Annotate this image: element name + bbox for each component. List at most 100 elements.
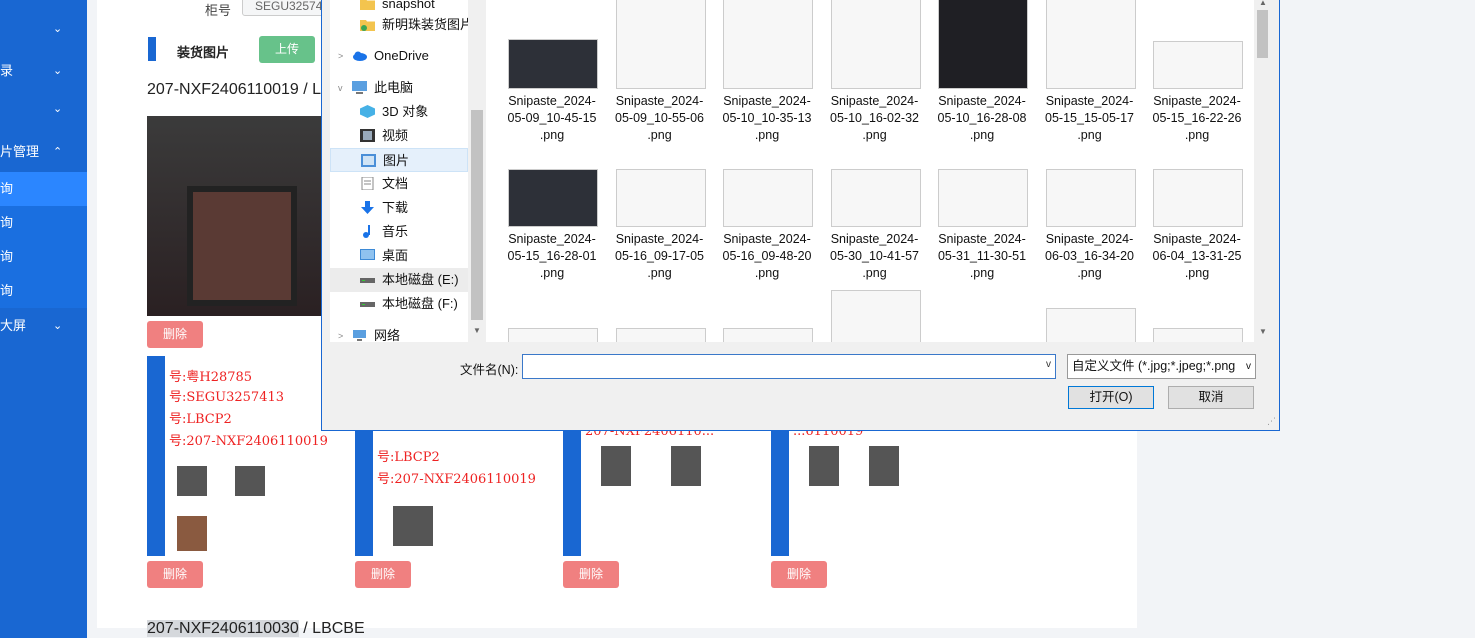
file-item[interactable]: Snipaste_2024- 05-09_10-45-15 .png (500, 0, 604, 142)
file-thumbnail (938, 169, 1028, 227)
thumb-block (393, 506, 433, 546)
scroll-thumb[interactable] (471, 110, 483, 320)
file-item[interactable]: Snipaste_2024- 05-30_10-41-57 .png (823, 132, 927, 280)
nav-item-music[interactable]: 音乐 (330, 220, 468, 244)
thumbnail-image[interactable]: 号:粤H28785 号:SEGU3257413 号:LBCP2 号:207-NX… (147, 356, 327, 556)
sidebar-item-3[interactable]: ⌄ (0, 92, 87, 126)
file-name-line: 05-30_10-41-57 (830, 249, 919, 263)
file-item[interactable]: Snipaste_2024- 05-10_10-35-13 .png (715, 0, 819, 142)
sidebar-subitem[interactable]: 询 (0, 240, 87, 274)
loading-photo[interactable] (147, 116, 347, 316)
file-item[interactable]: Snipaste_2024- 06-04_13-31-25 .png (1145, 132, 1249, 280)
nav-scrollbar[interactable]: ▼ (468, 0, 486, 342)
thumb-watermark: 号:SEGU3257413 (169, 390, 285, 405)
file-item[interactable]: Snipaste_2024- 05-31_11-30-51 .png (930, 132, 1034, 280)
thumb-watermark: 号:207-NXF2406110019 (169, 434, 327, 449)
delete-button[interactable]: 删除 (771, 561, 827, 588)
thumb-watermark: 号:LBCP2 (169, 412, 232, 427)
file-name-line: Snipaste_2024- (938, 232, 1026, 246)
sidebar-item-photo-mgmt[interactable]: 片管理 ⌃ (0, 135, 87, 169)
chevron-up-icon: ⌃ (53, 146, 63, 158)
file-list-scrollbar[interactable]: ▲ ▼ (1254, 0, 1271, 342)
file-name-line: 05-15_16-22-26 (1152, 111, 1242, 125)
nav-item-onedrive[interactable]: > OneDrive (330, 44, 468, 68)
file-thumbnail[interactable] (830, 290, 921, 342)
folder-check-icon (360, 20, 375, 31)
scroll-down-icon[interactable]: ▼ (468, 326, 486, 335)
thumb-block (671, 446, 701, 486)
file-item[interactable]: Snipaste_2024- 05-10_16-28-08 .png (930, 0, 1034, 142)
container-title: 207-NXF2406110030 / LBCBE (147, 620, 365, 638)
file-item[interactable]: Snipaste_2024- 05-15_15-05-17 .png (1038, 0, 1142, 142)
sidebar-item-2[interactable]: 录 ⌄ (0, 54, 87, 88)
file-thumbnail[interactable] (508, 328, 598, 342)
delete-button[interactable]: 删除 (147, 561, 203, 588)
delete-button[interactable]: 删除 (147, 321, 203, 348)
nav-item-desktop[interactable]: 桌面 (330, 244, 468, 268)
delete-button[interactable]: 删除 (355, 561, 411, 588)
file-item[interactable]: Snipaste_2024- 05-15_16-22-26 .png (1145, 0, 1249, 142)
file-thumbnail (830, 0, 921, 89)
nav-item-drive-f[interactable]: 本地磁盘 (F:) (330, 292, 468, 316)
music-icon (363, 225, 370, 238)
scroll-down-icon[interactable]: ▼ (1254, 327, 1272, 336)
delete-button[interactable]: 删除 (563, 561, 619, 588)
file-thumbnail (830, 169, 921, 227)
file-item[interactable]: Snipaste_2024- 05-10_16-02-32 .png (823, 0, 927, 142)
filename-input[interactable]: v (522, 354, 1056, 379)
file-thumbnail[interactable] (615, 328, 706, 342)
file-type-select[interactable]: 自定义文件 (*.jpg;*.jpeg;*.png v (1067, 354, 1256, 379)
file-name-line: 06-04_13-31-25 (1152, 249, 1242, 263)
file-list: Snipaste_2024- 05-09_10-45-15 .png Snipaste… (486, 0, 1254, 342)
nav-label: 音乐 (382, 224, 409, 239)
file-thumbnail[interactable] (1153, 328, 1243, 342)
thumb-watermark: 号:粤H28785 (169, 370, 253, 385)
file-thumbnail[interactable] (723, 328, 813, 342)
sidebar-subitem-active[interactable]: 询 (0, 172, 87, 206)
sidebar-item-bigscreen[interactable]: 大屏 ⌄ (0, 309, 87, 343)
thumb-watermark: 号:LBCP2 (377, 450, 440, 465)
sidebar-item-label: 询 (0, 181, 14, 196)
nav-item-network[interactable]: > 网络 (330, 324, 468, 348)
sidebar-item-1[interactable]: ⌄ (0, 12, 87, 46)
file-name-line: Snipaste_2024- (1045, 94, 1134, 108)
nav-item-videos[interactable]: 视频 (330, 124, 468, 148)
chevron-down-icon[interactable]: v (1046, 359, 1051, 370)
file-name-line: Snipaste_2024- (938, 94, 1026, 108)
file-thumbnail (723, 0, 813, 89)
file-name-line: 05-09_10-55-06 (615, 111, 704, 125)
open-button[interactable]: 打开(O) (1068, 386, 1154, 409)
nav-item-pictures[interactable]: 图片 (330, 148, 468, 172)
file-thumbnail (508, 39, 598, 89)
file-item[interactable]: Snipaste_2024- 06-03_16-34-20 .png (1038, 132, 1142, 280)
upload-button[interactable]: 上传 (259, 36, 315, 63)
scroll-up-icon[interactable]: ▲ (1254, 0, 1272, 7)
nav-item-loading-photos[interactable]: 新明珠装货图片 (330, 13, 473, 37)
sidebar-subitem[interactable]: 询 (0, 274, 87, 308)
file-thumbnail[interactable] (1045, 308, 1136, 342)
container-title: 207-NXF2406110019 / L (147, 81, 322, 98)
nav-item-downloads[interactable]: 下载 (330, 196, 468, 220)
sidebar-subitem[interactable]: 询 (0, 206, 87, 240)
nav-item-drive-e[interactable]: 本地磁盘 (E:) (330, 268, 468, 292)
nav-label: 3D 对象 (382, 104, 429, 119)
sidebar-item-label: 询 (0, 283, 14, 298)
file-item[interactable]: Snipaste_2024- 05-09_10-55-06 .png (608, 0, 712, 142)
nav-label: 此电脑 (374, 80, 414, 95)
file-item[interactable]: Snipaste_2024- 05-16_09-48-20 .png (715, 132, 819, 280)
cancel-button[interactable]: 取消 (1168, 386, 1254, 409)
file-name-line: 05-10_16-28-08 (937, 111, 1027, 125)
file-item[interactable]: Snipaste_2024- 05-16_09-17-05 .png (608, 132, 712, 280)
chevron-down-icon: ⌄ (53, 65, 63, 77)
nav-item-documents[interactable]: 文档 (330, 172, 468, 196)
resize-grip-icon[interactable]: ⋰ (1267, 416, 1276, 427)
nav-item-this-pc[interactable]: v 此电脑 (330, 76, 468, 100)
container-title-highlight: 207-NXF2406110030 (147, 620, 299, 637)
file-item[interactable]: Snipaste_2024- 05-15_16-28-01 .png (500, 132, 604, 280)
file-name-line: Snipaste_2024- (830, 232, 919, 246)
section-accent-bar (148, 37, 156, 61)
nav-item-3d-objects[interactable]: 3D 对象 (330, 100, 468, 124)
section-title: 装货图片 (177, 45, 230, 60)
scroll-thumb[interactable] (1257, 10, 1268, 58)
file-thumbnail (1153, 41, 1243, 89)
